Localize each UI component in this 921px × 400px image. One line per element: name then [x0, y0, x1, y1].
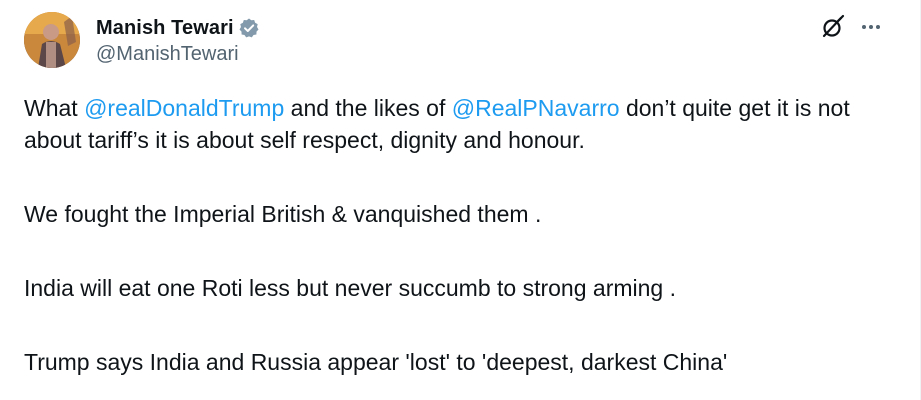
name-row: Manish Tewari	[96, 14, 260, 42]
author-handle[interactable]: @ManishTewari	[96, 43, 260, 66]
grok-icon[interactable]	[820, 14, 846, 40]
tweet-paragraph-2: We fought the Imperial British & vanquis…	[24, 201, 542, 227]
more-options-icon[interactable]	[858, 14, 884, 40]
mention-link-realdonaldtrump[interactable]: @realDonaldTrump	[84, 95, 284, 121]
tweet-card: Manish Tewari @ManishTewari What @realDo…	[0, 0, 921, 400]
mention-link-realpnavarro[interactable]: @RealPNavarro	[452, 95, 620, 121]
tweet-actions	[820, 14, 884, 40]
tweet-paragraph-4: Trump says India and Russia appear 'lost…	[24, 349, 728, 375]
tweet-paragraph-3: India will eat one Roti less but never s…	[24, 275, 676, 301]
tweet-paragraph-1: What @realDonaldTrump and the likes of @…	[24, 92, 890, 156]
tweet-text-segment: What	[24, 95, 85, 121]
verified-badge-icon[interactable]	[238, 17, 260, 39]
tweet-header: Manish Tewari @ManishTewari	[24, 8, 260, 72]
author-display-name[interactable]: Manish Tewari	[96, 17, 234, 40]
tweet-text-segment: and the likes of	[284, 95, 452, 121]
tweet-text: What @realDonaldTrump and the likes of @…	[24, 92, 890, 378]
author-names: Manish Tewari @ManishTewari	[96, 14, 260, 66]
author-avatar[interactable]	[24, 12, 80, 68]
